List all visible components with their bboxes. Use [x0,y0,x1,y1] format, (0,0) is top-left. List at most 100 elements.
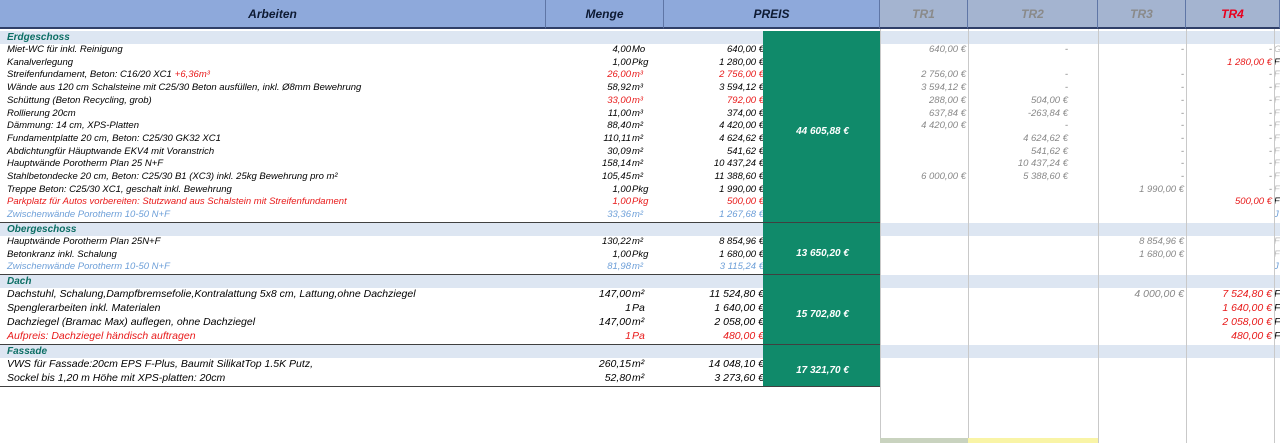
row-tr3[interactable]: - [1098,146,1184,158]
row-tr3[interactable]: - [1098,158,1184,170]
row-price[interactable]: 8 854,96 € [664,236,764,248]
row-tr2[interactable]: 4 624,62 € [968,133,1068,145]
row-qty[interactable]: 4,00 [546,44,632,56]
row-tr4[interactable]: 500,00 € [1186,196,1272,208]
row-tr4[interactable]: - [1186,146,1272,158]
row-name[interactable]: Sockel bis 1,20 m Höhe mit XPS-platten: … [7,372,225,384]
row-tr2[interactable]: 541,62 € [968,146,1068,158]
row-tr1[interactable]: 4 420,00 € [880,120,966,132]
row-tr1[interactable]: 3 594,12 € [880,82,966,94]
row-tr1[interactable]: 288,00 € [880,95,966,107]
row-qty[interactable]: 260,15 [546,358,631,370]
row-qty[interactable]: 110,11 [546,133,631,145]
row-price[interactable]: 14 048,10 € [664,358,764,370]
row-name[interactable]: VWS für Fassade:20cm EPS F-Plus, Baumit … [7,358,313,370]
row-price[interactable]: 640,00 € [664,44,764,56]
row-qty[interactable]: 11,00 [546,108,631,120]
row-price[interactable]: 1 280,00 € [664,57,764,69]
row-name[interactable]: Stahlbetondecke 20 cm, Beton: C25/30 B1 … [7,171,338,183]
row-qty[interactable]: 147,00 [546,288,631,300]
header-tr4[interactable]: TR4 [1186,0,1280,29]
row-tr2[interactable]: 10 437,24 € [968,158,1068,170]
header-menge[interactable]: Menge [546,0,664,29]
row-tr4[interactable]: 480,00 € [1186,330,1272,342]
row-qty[interactable]: 158,14 [546,158,631,170]
row-tr2[interactable]: - [968,44,1068,56]
header-tr1[interactable]: TR1 [880,0,968,29]
row-price[interactable]: 374,00 € [664,108,764,120]
row-tr4[interactable]: - [1186,69,1272,81]
row-tr4[interactable]: - [1186,158,1272,170]
row-qty[interactable]: 1,00 [546,249,632,261]
row-name[interactable]: Treppe Beton: C25/30 XC1, geschalt inkl.… [7,184,232,196]
header-tr3[interactable]: TR3 [1098,0,1186,29]
row-tr4[interactable]: 1 640,00 € [1186,302,1272,314]
row-tr2[interactable]: - [968,120,1068,132]
row-tr4[interactable]: - [1186,184,1272,196]
row-tr4[interactable]: 7 524,80 € [1186,288,1272,300]
row-tr4[interactable]: - [1186,82,1272,94]
row-tr3[interactable]: 1 680,00 € [1098,249,1184,261]
row-name[interactable]: Zwischenwände Porotherm 10-50 N+F [7,261,170,273]
row-price[interactable]: 4 624,62 € [664,133,764,145]
row-qty[interactable]: 58,92 [546,82,631,94]
row-tr3[interactable]: - [1098,44,1184,56]
row-tr1[interactable]: 6 000,00 € [880,171,966,183]
row-tr2[interactable]: - [968,69,1068,81]
row-price[interactable]: 2 058,00 € [664,316,764,328]
row-name[interactable]: Dachstuhl, Schalung,Dampfbremsefolie,Kon… [7,288,416,300]
row-qty[interactable]: 33,00 [546,95,631,107]
row-price[interactable]: 480,00 € [664,330,764,342]
row-tr4[interactable]: - [1186,95,1272,107]
row-price[interactable]: 792,00 € [664,95,764,107]
row-name[interactable]: Dachziegel (Bramac Max) auflegen, ohne D… [7,316,255,328]
row-tr3[interactable]: - [1098,69,1184,81]
row-price[interactable]: 500,00 € [664,196,764,208]
row-price[interactable]: 541,62 € [664,146,764,158]
row-name[interactable]: Zwischenwände Porotherm 10-50 N+F [7,209,170,221]
row-qty[interactable]: 1,00 [546,196,632,208]
row-qty[interactable]: 1,00 [546,57,632,69]
row-price[interactable]: 3 594,12 € [664,82,764,94]
row-qty[interactable]: 147,00 [546,316,631,328]
row-tr3[interactable]: 4 000,00 € [1098,288,1184,300]
row-tr1[interactable]: 637,84 € [880,108,966,120]
row-tr3[interactable]: - [1098,171,1184,183]
row-price[interactable]: 3 273,60 € [664,372,764,384]
row-tr2[interactable]: 5 388,60 € [968,171,1068,183]
row-name-text[interactable]: Streifenfundament, Beton: C16/20 XC1 [7,69,172,80]
row-price[interactable]: 1 680,00 € [664,249,764,261]
row-price[interactable]: 4 420,00 € [664,120,764,132]
row-name[interactable]: Rollierung 20cm [7,108,76,120]
row-qty[interactable]: 26,00 [546,69,631,81]
row-name[interactable]: Parkplatz für Autos vorbereiten: Stutzwa… [7,196,347,208]
row-qty[interactable]: 88,40 [546,120,631,132]
header-preis[interactable]: PREIS [664,0,880,29]
row-name[interactable]: Spenglerarbeiten inkl. Materialen [7,302,161,314]
row-price[interactable]: 10 437,24 € [664,158,764,170]
header-arbeiten[interactable]: Arbeiten [0,0,546,29]
row-qty[interactable]: 52,80 [546,372,631,384]
row-qty[interactable]: 1 [546,302,631,314]
row-name[interactable]: Fundamentplatte 20 cm, Beton: C25/30 GK3… [7,133,221,145]
row-tr3[interactable]: 8 854,96 € [1098,236,1184,248]
row-tr3[interactable]: 1 990,00 € [1098,184,1184,196]
row-price[interactable]: 1 990,00 € [664,184,764,196]
row-name[interactable]: Aufpreis: Dachziegel händisch auftragen [7,330,196,342]
row-name[interactable]: Wände aus 120 cm Schalsteine mit C25/30 … [7,82,361,94]
row-tr4[interactable]: - [1186,44,1272,56]
row-tr3[interactable]: - [1098,95,1184,107]
row-tr4[interactable]: - [1186,171,1272,183]
row-price[interactable]: 1 267,68 € [664,209,764,221]
row-tr4[interactable]: - [1186,108,1272,120]
row-qty[interactable]: 1,00 [546,184,632,196]
row-tr3[interactable]: - [1098,133,1184,145]
row-name[interactable]: Miet-WC für inkl. Reinigung [7,44,123,56]
row-qty[interactable]: 30,09 [546,146,631,158]
row-tr4[interactable]: 2 058,00 € [1186,316,1272,328]
row-price[interactable]: 11 388,60 € [664,171,764,183]
row-tr4[interactable]: - [1186,120,1272,132]
row-price[interactable]: 2 756,00 € [664,69,764,81]
row-name[interactable]: Hauptwände Porotherm Plan 25 N+F [7,158,163,170]
row-tr2[interactable]: - [968,82,1068,94]
